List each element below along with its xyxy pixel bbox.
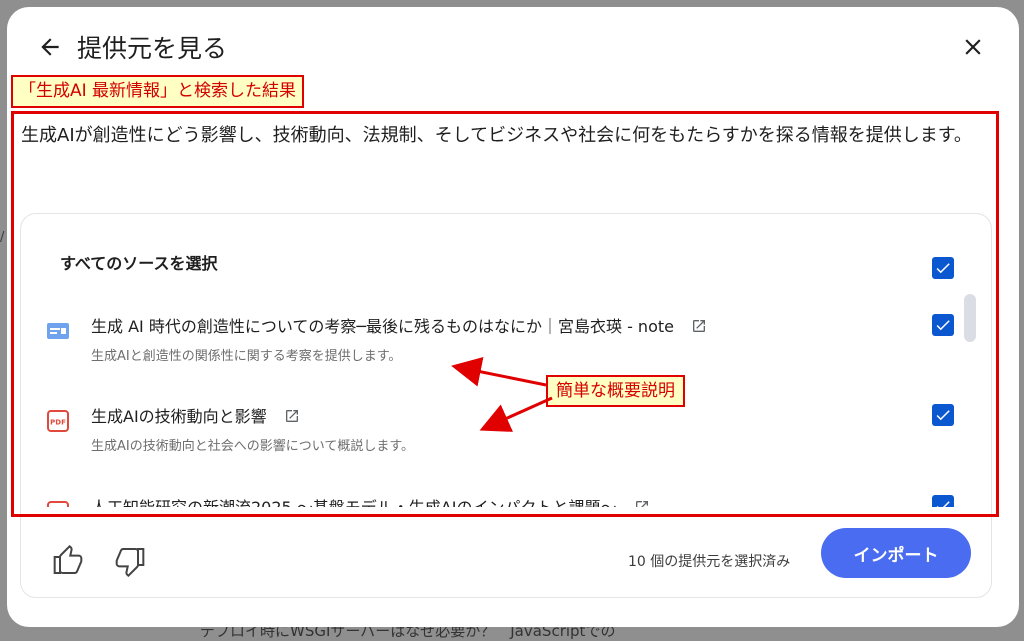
checkmark-icon <box>936 263 950 274</box>
source-summary: 生成AIが創造性にどう影響し、技術動向、法規制、そしてビジネスや社会に何をもたら… <box>21 125 972 146</box>
source-title-text: 生成 AI 時代の創造性についての考察─最後に残るものはなにか｜宮島衣瑛 - n… <box>91 317 674 336</box>
summary-annotation-label: 簡単な概要説明 <box>546 375 685 407</box>
source-checkbox[interactable] <box>932 495 954 507</box>
source-checkbox[interactable] <box>932 314 954 336</box>
close-icon[interactable] <box>960 34 986 60</box>
pdf-icon: PDF <box>47 410 69 432</box>
source-list[interactable]: 生成 AI 時代の創造性についての考察─最後に残るものはなにか｜宮島衣瑛 - n… <box>20 290 992 507</box>
source-title[interactable]: 人工知能研究の新潮流2025 ～基盤モデル・生成AIのインパクトと課題～ <box>91 494 650 507</box>
checkmark-icon <box>936 501 950 507</box>
import-button[interactable]: インポート <box>821 528 971 578</box>
external-link-icon[interactable] <box>284 408 300 424</box>
pdf-icon: PDF <box>47 501 69 507</box>
source-checkbox[interactable] <box>932 404 954 426</box>
source-title-text: 生成AIの技術動向と影響 <box>91 407 267 426</box>
select-all-checkbox[interactable] <box>932 257 954 279</box>
source-title[interactable]: 生成AIの技術動向と影響 <box>91 403 300 427</box>
external-link-icon[interactable] <box>634 499 650 507</box>
search-annotation-label: 「生成AI 最新情報」と検索した結果 <box>11 75 305 108</box>
web-article-icon <box>47 323 69 339</box>
external-link-icon[interactable] <box>691 318 707 334</box>
list-scrollbar[interactable] <box>964 294 976 342</box>
back-arrow-icon[interactable] <box>37 34 63 60</box>
svg-text:PDF: PDF <box>50 419 66 427</box>
checkmark-icon <box>936 410 950 421</box>
thumbs-down-icon[interactable] <box>114 545 146 577</box>
thumbs-up-icon[interactable] <box>52 545 84 577</box>
source-title[interactable]: 生成 AI 時代の創造性についての考察─最後に残るものはなにか｜宮島衣瑛 - n… <box>91 313 707 337</box>
dialog-title: 提供元を見る <box>77 34 228 63</box>
source-description: 生成AIと創造性の関係性に関する考察を提供します。 <box>91 349 402 364</box>
dialog-header: 提供元を見る <box>7 7 1019 85</box>
selected-count: 10 個の提供元を選択済み <box>628 554 791 570</box>
source-title-text: 人工知能研究の新潮流2025 ～基盤モデル・生成AIのインパクトと課題～ <box>91 498 616 507</box>
source-description: 生成AIの技術動向と社会への影響について概説します。 <box>91 439 415 454</box>
checkmark-icon <box>936 320 950 331</box>
select-all-label: すべてのソースを選択 <box>60 254 218 273</box>
